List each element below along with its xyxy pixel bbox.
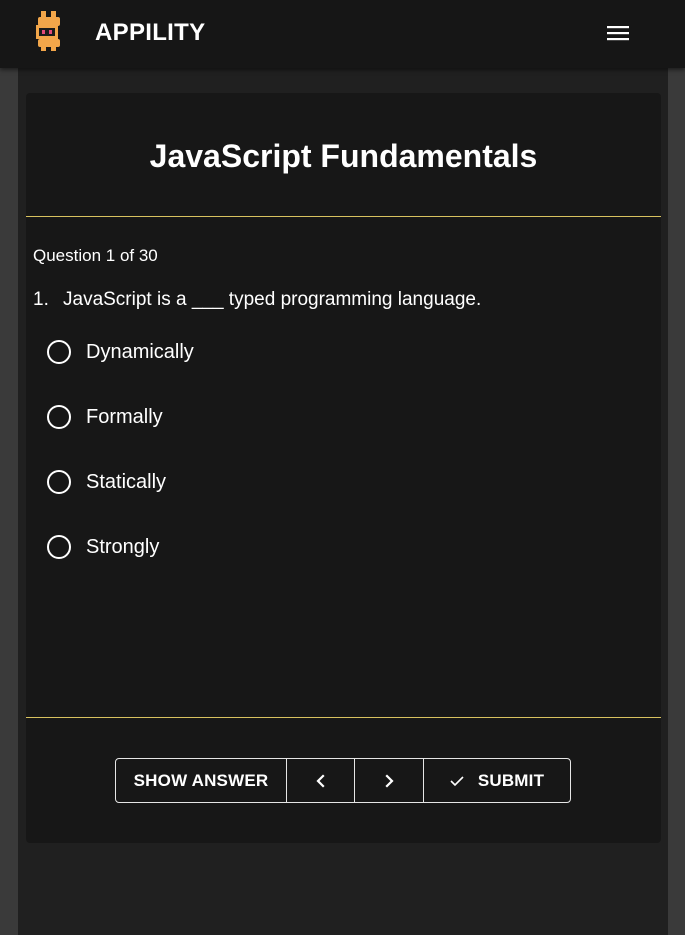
hamburger-menu-icon <box>607 26 629 41</box>
question-progress: Question 1 of 30 <box>33 246 158 265</box>
chevron-right-icon <box>385 773 394 788</box>
answer-options: Dynamically Formally Statically Strongly <box>46 334 446 594</box>
option-statically[interactable]: Statically <box>46 464 446 529</box>
option-dynamically[interactable]: Dynamically <box>46 334 446 399</box>
next-question-button[interactable] <box>354 759 423 802</box>
appility-logo-icon[interactable] <box>34 11 66 51</box>
radio-unchecked-icon[interactable] <box>47 405 71 429</box>
radio-unchecked-icon[interactable] <box>47 470 71 494</box>
submit-label: SUBMIT <box>477 770 545 790</box>
quiz-card: JavaScript Fundamentals Question 1 of 30… <box>26 93 661 843</box>
option-label: Statically <box>86 471 167 493</box>
quiz-title: JavaScript Fundamentals <box>149 138 538 174</box>
submit-button[interactable]: SUBMIT <box>423 759 570 802</box>
check-icon <box>450 775 464 786</box>
header-divider <box>26 216 661 217</box>
show-answer-label: SHOW ANSWER <box>133 770 269 790</box>
option-strongly[interactable]: Strongly <box>46 529 446 594</box>
question-number: 1. <box>33 289 49 310</box>
previous-question-button[interactable] <box>286 759 354 802</box>
radio-unchecked-icon[interactable] <box>47 535 71 559</box>
chevron-left-icon <box>315 773 325 788</box>
quiz-actions: SHOW ANSWER SUBMIT <box>115 758 571 803</box>
footer-divider <box>26 717 661 718</box>
app-bar: APPILITY <box>0 0 685 68</box>
option-formally[interactable]: Formally <box>46 399 446 464</box>
question-text: 1. JavaScript is a ___ typed programming … <box>33 288 481 312</box>
option-label: Formally <box>86 406 163 428</box>
app-name[interactable]: APPILITY <box>95 18 205 48</box>
question-body: JavaScript is a ___ typed programming la… <box>63 289 482 310</box>
show-answer-button[interactable]: SHOW ANSWER <box>116 759 286 802</box>
option-label: Strongly <box>86 536 160 558</box>
menu-button[interactable] <box>600 18 636 48</box>
radio-unchecked-icon[interactable] <box>47 340 71 364</box>
option-label: Dynamically <box>86 341 194 363</box>
